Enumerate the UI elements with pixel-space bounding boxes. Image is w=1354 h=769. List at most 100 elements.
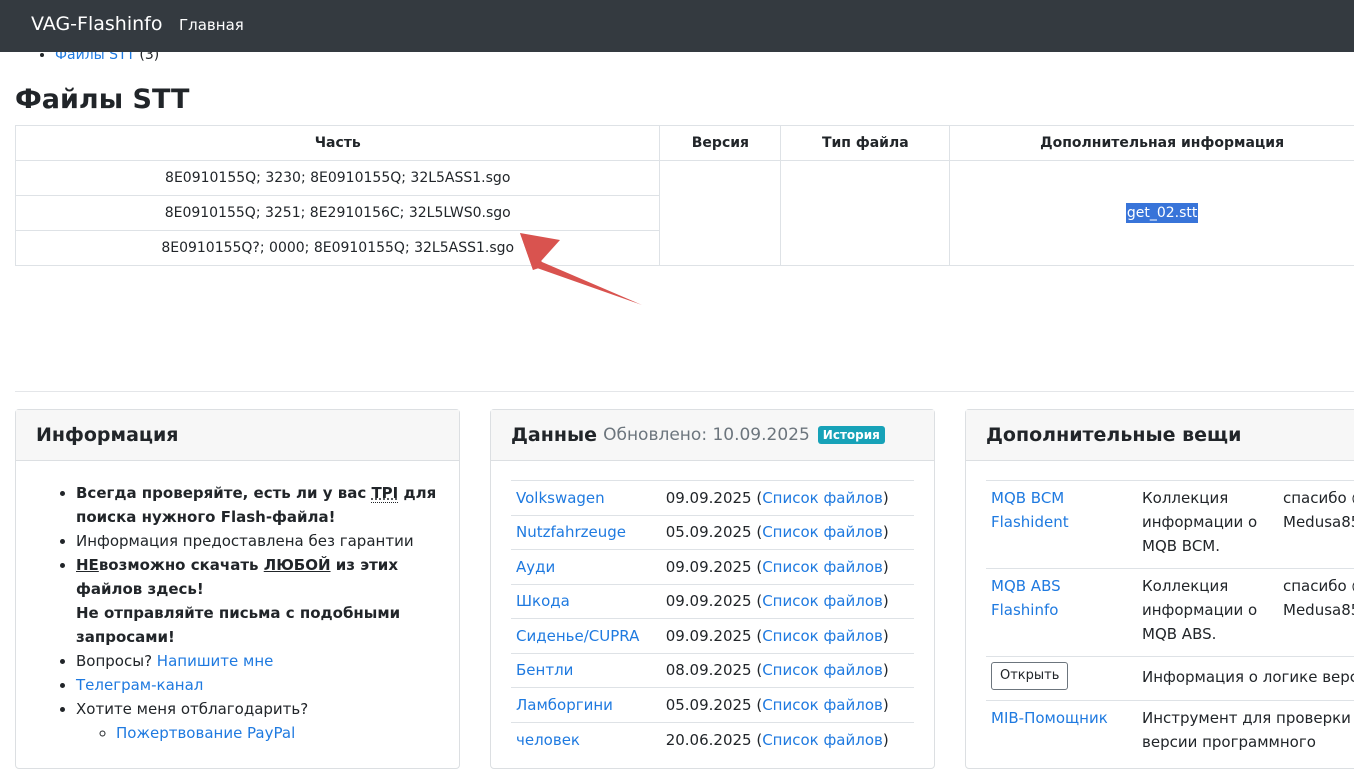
telegram-link[interactable]: Телеграм-канал xyxy=(76,676,203,694)
update-date: 20.06.2025 xyxy=(666,731,752,749)
any-text: ЛЮБОЙ xyxy=(264,556,331,574)
row-thanks: спасибо @ Medusa85 xyxy=(1278,481,1354,569)
row-description: Инструмент для проверки версии программн… xyxy=(1137,701,1354,765)
cannot-text: возможно скачать xyxy=(99,556,264,574)
part-cell: 8E0910155Q; 3230; 8E0910155Q; 32L5ASS1.s… xyxy=(16,161,660,196)
data-row-date: 05.09.2025 (Список файлов) xyxy=(656,688,914,723)
list-item: Пожертвование PayPal xyxy=(116,721,439,745)
mib-helper-link[interactable]: MIB-Помощник xyxy=(991,709,1108,727)
donation-list: Пожертвование PayPal xyxy=(76,721,439,745)
check-text: Всегда проверяйте, есть ли у вас xyxy=(76,484,371,502)
file-list-link[interactable]: Список файлов xyxy=(762,696,883,714)
data-row-name: Сиденье/CUPRA xyxy=(511,619,656,654)
make-link[interactable]: Ламборгини xyxy=(516,696,613,714)
data-card: Данные Обновлено: 10.09.2025 История Vol… xyxy=(490,409,935,769)
questions-text: Вопросы? xyxy=(76,652,157,670)
list-item: Хотите меня отблагодарить? Пожертвование… xyxy=(76,697,439,745)
filetype-cell xyxy=(781,161,950,266)
make-link[interactable]: человек xyxy=(516,731,580,749)
data-row-name: Ауди xyxy=(511,550,656,585)
write-me-link[interactable]: Напишите мне xyxy=(157,652,274,670)
table-header-row: Часть Версия Тип файла Дополнительная ин… xyxy=(16,126,1354,161)
info-card-header: Информация xyxy=(16,410,459,461)
column-header-version: Версия xyxy=(660,126,781,161)
update-date: 08.09.2025 xyxy=(666,661,752,679)
extra-card: Дополнительные вещи MQB BCM Flashident К… xyxy=(965,409,1354,769)
file-list-link[interactable]: Список файлов xyxy=(762,592,883,610)
make-link[interactable]: Volkswagen xyxy=(516,489,605,507)
table-row: MQB ABS Flashinfo Коллекция информации о… xyxy=(986,569,1354,657)
data-row-date: 09.09.2025 (Список файлов) xyxy=(656,481,914,516)
file-list-link[interactable]: Список файлов xyxy=(762,558,883,576)
list-item: Вопросы? Напишите мне xyxy=(76,649,439,673)
data-card-title: Данные xyxy=(511,424,597,446)
mqb-bcm-link[interactable]: MQB BCM Flashident xyxy=(991,489,1069,531)
data-row-name: Ламборгини xyxy=(511,688,656,723)
update-date: 05.09.2025 xyxy=(666,523,752,541)
data-row-date: 05.09.2025 (Список файлов) xyxy=(656,515,914,550)
list-item: Информация предоставлена без гарантии xyxy=(76,529,439,553)
make-link[interactable]: Nutzfahrzeuge xyxy=(516,523,626,541)
no-letters-text: Не отправляйте письма с подобными запрос… xyxy=(76,604,400,646)
info-card-title: Информация xyxy=(36,424,178,446)
version-cell xyxy=(660,161,781,266)
table-row: Ламборгини 05.09.2025 (Список файлов) xyxy=(511,688,914,723)
column-header-extra-info: Дополнительная информация xyxy=(950,126,1354,161)
column-header-filetype: Тип файла xyxy=(781,126,950,161)
table-row: Сиденье/CUPRA 09.09.2025 (Список файлов) xyxy=(511,619,914,654)
extra-card-title: Дополнительные вещи xyxy=(986,424,1241,446)
list-item: НЕвозможно скачать ЛЮБОЙ из этих файлов … xyxy=(76,553,439,649)
make-link[interactable]: Бентли xyxy=(516,661,573,679)
data-row-name: человек xyxy=(511,722,656,757)
stt-file-name[interactable]: get_02.stt xyxy=(1126,203,1199,223)
file-list-link[interactable]: Список файлов xyxy=(762,731,883,749)
data-row-name: Volkswagen xyxy=(511,481,656,516)
row-thanks: спасибо @ Medusa85 xyxy=(1278,569,1354,657)
mqb-abs-link[interactable]: MQB ABS Flashinfo xyxy=(991,577,1061,619)
annotation-arrow-icon xyxy=(515,228,650,310)
file-list-link[interactable]: Список файлов xyxy=(762,627,883,645)
nav-home-link[interactable]: Главная xyxy=(179,16,244,34)
update-date: 09.09.2025 xyxy=(666,627,752,645)
table-row: Ауди09.09.2025 (Список файлов) xyxy=(511,550,914,585)
make-link[interactable]: Сиденье/CUPRA xyxy=(516,627,639,645)
update-date: 09.09.2025 xyxy=(666,592,752,610)
table-row: Nutzfahrzeuge 05.09.2025 (Список файлов) xyxy=(511,515,914,550)
data-row-date: 09.09.2025 (Список файлов) xyxy=(656,584,914,619)
update-date: 05.09.2025 xyxy=(666,696,752,714)
brand-link[interactable]: VAG-Flashinfo xyxy=(31,13,162,35)
data-row-name: Nutzfahrzeuge xyxy=(511,515,656,550)
updated-text: Обновлено: 10.09.2025 xyxy=(603,425,810,445)
extra-card-header: Дополнительные вещи xyxy=(966,410,1354,461)
file-list-link[interactable]: Список файлов xyxy=(762,489,883,507)
table-row: MQB BCM Flashident Коллекция информации … xyxy=(986,481,1354,569)
data-row-name: Шкода xyxy=(511,584,656,619)
data-row-date: 09.09.2025 (Список файлов) xyxy=(656,619,914,654)
paypal-link[interactable]: Пожертвование PayPal xyxy=(116,724,295,742)
table-row: Volkswagen 09.09.2025 (Список файлов) xyxy=(511,481,914,516)
history-badge[interactable]: История xyxy=(818,426,885,444)
table-row: Шкода 09.09.2025 (Список файлов) xyxy=(511,584,914,619)
tpi-abbr[interactable]: TPI xyxy=(371,484,398,503)
data-row-date: 08.09.2025 (Список файлов) xyxy=(656,653,914,688)
row-description: Коллекция информации о MQB BCM. xyxy=(1137,481,1278,569)
make-link[interactable]: Ауди xyxy=(516,558,555,576)
column-header-part: Часть xyxy=(16,126,660,161)
extra-table: MQB BCM Flashident Коллекция информации … xyxy=(986,480,1354,764)
row-description: Информация о логике версий xyxy=(1137,657,1354,701)
row-description: Коллекция информации о MQB ABS. xyxy=(1137,569,1278,657)
cannot-prefix: НЕ xyxy=(76,556,99,574)
list-item: Телеграм-канал xyxy=(76,673,439,697)
open-button[interactable]: Открыть xyxy=(991,662,1068,690)
data-row-date: 20.06.2025 (Список файлов) xyxy=(656,722,914,757)
table-row: человек 20.06.2025 (Список файлов) xyxy=(511,722,914,757)
file-list-link[interactable]: Список файлов xyxy=(762,661,883,679)
info-card: Информация Всегда проверяйте, есть ли у … xyxy=(15,409,460,769)
file-list-link[interactable]: Список файлов xyxy=(762,523,883,541)
make-link[interactable]: Шкода xyxy=(516,592,570,610)
update-date: 09.09.2025 xyxy=(666,558,752,576)
data-table: Volkswagen09.09.2025 (Список файлов)Nutz… xyxy=(511,480,914,757)
thanks-text: Хотите меня отблагодарить? xyxy=(76,700,308,718)
stt-files-table: Часть Версия Тип файла Дополнительная ин… xyxy=(15,125,1354,266)
list-item: Всегда проверяйте, есть ли у вас TPI для… xyxy=(76,481,439,529)
